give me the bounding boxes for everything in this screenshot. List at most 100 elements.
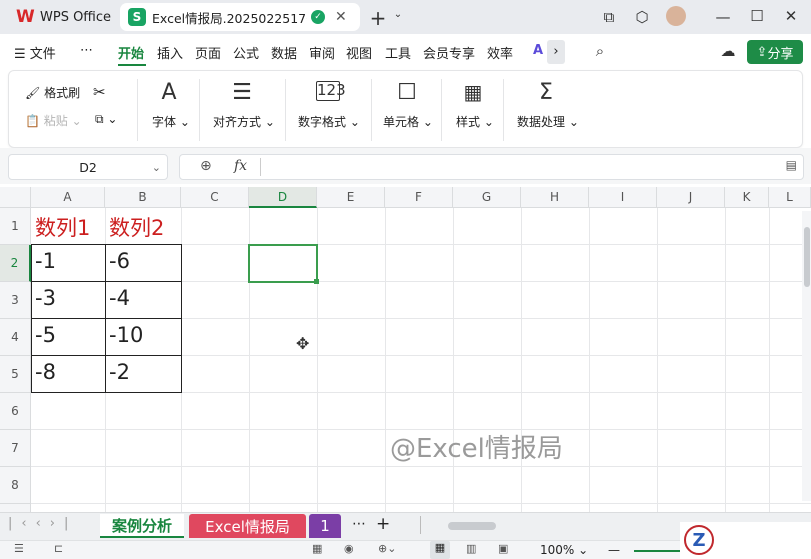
menu-file[interactable]: ☰ 文件 bbox=[14, 43, 56, 62]
row-header-8[interactable]: 8 bbox=[0, 467, 31, 504]
format-painter-button[interactable]: 🖌 格式刷 bbox=[25, 84, 80, 101]
normal-view-icon[interactable]: ▦ bbox=[430, 541, 450, 559]
ai-icon[interactable]: A bbox=[533, 43, 543, 58]
zoom-out-icon[interactable]: — bbox=[608, 543, 620, 557]
search-icon[interactable]: ⌕ bbox=[588, 42, 612, 60]
ribbon-scroll-right-icon[interactable]: › bbox=[547, 40, 565, 64]
minimize-icon[interactable]: — bbox=[711, 8, 735, 26]
page-break-icon[interactable]: ▣ bbox=[498, 542, 508, 555]
sheet-nav-arrows[interactable]: |‹‹›| bbox=[8, 516, 77, 531]
avatar[interactable] bbox=[666, 6, 686, 26]
data-process-button[interactable]: 数据处理 ⌄ bbox=[517, 113, 579, 130]
menu-formula[interactable]: 公式 bbox=[233, 43, 259, 62]
cloud-sync-icon[interactable]: ☁ bbox=[716, 42, 740, 60]
cell-a2[interactable]: -1 bbox=[35, 249, 56, 273]
selected-cell-d2[interactable] bbox=[248, 244, 318, 283]
add-sheet-button[interactable]: + bbox=[376, 514, 390, 534]
eye-protect-icon[interactable]: ◉ bbox=[344, 542, 354, 555]
crosshair-icon[interactable]: ⊕⌄ bbox=[378, 542, 396, 555]
cell-a5[interactable]: -8 bbox=[35, 360, 56, 384]
row-header-2[interactable]: 2 bbox=[0, 245, 31, 282]
paste-button[interactable]: 📋 粘贴 ⌄ bbox=[25, 112, 82, 129]
menu-page[interactable]: 页面 bbox=[195, 43, 221, 62]
row-header-7[interactable]: 7 bbox=[0, 430, 31, 467]
menu-member[interactable]: 会员专享 bbox=[423, 43, 475, 62]
column-header-c[interactable]: C bbox=[181, 187, 249, 208]
column-header-l[interactable]: L bbox=[769, 187, 811, 208]
menu-insert[interactable]: 插入 bbox=[157, 43, 183, 62]
menu-view[interactable]: 视图 bbox=[346, 43, 372, 62]
tab-splitter[interactable] bbox=[420, 516, 421, 534]
status-menu-icon[interactable]: ☰ bbox=[14, 542, 24, 555]
row-header-1[interactable]: 1 bbox=[0, 208, 31, 245]
zoom-formula-icon[interactable]: ⊕ bbox=[200, 158, 212, 174]
table-icon[interactable]: ▦ bbox=[312, 542, 322, 555]
sheet-tab-1[interactable]: 1 bbox=[309, 514, 341, 538]
cell-b4[interactable]: -10 bbox=[109, 323, 143, 347]
cell-button[interactable]: 单元格 ⌄ bbox=[383, 113, 433, 130]
page-layout-icon[interactable]: ▥ bbox=[466, 542, 476, 555]
copy-icon[interactable]: ⧉ ⌄ bbox=[95, 112, 117, 127]
row-header-6[interactable]: 6 bbox=[0, 393, 31, 430]
font-button[interactable]: 字体 ⌄ bbox=[152, 113, 190, 130]
macro-icon[interactable]: ⊏ bbox=[54, 542, 63, 555]
wps-home-tab[interactable]: W WPS Office bbox=[8, 0, 119, 34]
cell-a3[interactable]: -3 bbox=[35, 286, 56, 310]
close-window-icon[interactable]: ✕ bbox=[779, 7, 803, 25]
cell-a4[interactable]: -5 bbox=[35, 323, 56, 347]
paste-label: 粘贴 bbox=[43, 114, 68, 128]
number-format-button[interactable]: 数字格式 ⌄ bbox=[298, 113, 360, 130]
close-tab-icon[interactable]: ✕ bbox=[335, 9, 347, 25]
menu-efficiency[interactable]: 效率 bbox=[487, 43, 513, 62]
column-header-g[interactable]: G bbox=[453, 187, 521, 208]
cell-b3[interactable]: -4 bbox=[109, 286, 130, 310]
sheet-more-icon[interactable]: ⋯ bbox=[352, 516, 366, 532]
ribbon-divider bbox=[503, 79, 504, 141]
function-list-icon[interactable]: ▤ bbox=[786, 158, 797, 172]
column-header-j[interactable]: J bbox=[657, 187, 725, 208]
sheet-tab-excel[interactable]: Excel情报局 bbox=[189, 514, 306, 538]
fx-icon[interactable]: fx bbox=[234, 158, 247, 174]
cell-b5[interactable]: -2 bbox=[109, 360, 130, 384]
ribbon-divider bbox=[137, 79, 138, 141]
align-button[interactable]: 对齐方式 ⌄ bbox=[213, 113, 275, 130]
style-button[interactable]: 样式 ⌄ bbox=[456, 113, 494, 130]
brush-icon: 🖌 bbox=[25, 86, 41, 100]
horizontal-scroll-thumb[interactable] bbox=[448, 522, 496, 530]
name-box[interactable]: D2 ⌄ bbox=[8, 154, 168, 180]
menu-home[interactable]: 开始 bbox=[118, 43, 144, 62]
cell-b2[interactable]: -6 bbox=[109, 249, 130, 273]
column-header-f[interactable]: F bbox=[385, 187, 453, 208]
cube-icon[interactable]: ⬡ bbox=[630, 8, 654, 26]
column-header-k[interactable]: K bbox=[725, 187, 769, 208]
row-header-9[interactable] bbox=[0, 504, 31, 512]
vertical-scroll-thumb[interactable] bbox=[804, 227, 810, 287]
row-header-5[interactable]: 5 bbox=[0, 356, 31, 393]
cut-icon[interactable]: ✂ bbox=[93, 83, 106, 101]
menu-review[interactable]: 审阅 bbox=[309, 43, 335, 62]
zoom-level[interactable]: 100% ⌄ bbox=[540, 543, 588, 557]
formula-input[interactable]: ⊕ fx ▤ bbox=[179, 154, 804, 180]
window-layout-icon[interactable]: ⧉ bbox=[597, 8, 621, 26]
column-header-d[interactable]: D bbox=[249, 187, 317, 208]
share-button[interactable]: ⇪ 分享 bbox=[747, 40, 803, 64]
menu-more-icon[interactable]: ⋯ bbox=[80, 43, 93, 58]
column-header-b[interactable]: B bbox=[105, 187, 181, 208]
row-header-3[interactable]: 3 bbox=[0, 282, 31, 319]
sheet-tab-case[interactable]: 案例分析 bbox=[100, 514, 184, 538]
maximize-icon[interactable]: ☐ bbox=[745, 7, 769, 25]
document-tab[interactable]: S Excel情报局.2025022517080 ✓ ✕ bbox=[120, 3, 360, 31]
tab-list-chevron-icon[interactable]: ⌄ bbox=[386, 9, 410, 20]
cell-b1[interactable]: 数列2 bbox=[109, 212, 164, 242]
column-header-i[interactable]: I bbox=[589, 187, 657, 208]
menu-data[interactable]: 数据 bbox=[271, 43, 297, 62]
zoom-slider[interactable] bbox=[634, 550, 684, 552]
cell-a1[interactable]: 数列1 bbox=[35, 212, 90, 242]
column-header-a[interactable]: A bbox=[31, 187, 105, 208]
menu-tools[interactable]: 工具 bbox=[385, 43, 411, 62]
fill-handle[interactable] bbox=[314, 279, 319, 284]
column-header-e[interactable]: E bbox=[317, 187, 385, 208]
column-header-h[interactable]: H bbox=[521, 187, 589, 208]
select-all-corner[interactable] bbox=[0, 187, 31, 208]
row-header-4[interactable]: 4 bbox=[0, 319, 31, 356]
